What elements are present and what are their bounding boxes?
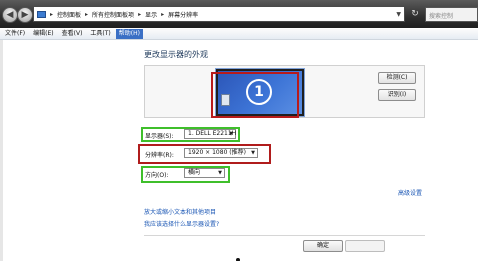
page-title: 更改显示器的外观 [144,50,208,59]
display-label: 显示器(S): [145,133,174,140]
back-button[interactable]: ◀ [2,7,18,23]
breadcrumb-separator-icon: ▸ [50,10,54,18]
resolution-select[interactable]: 1920 × 1080 (推荐) ▼ [184,148,258,158]
menu-help[interactable]: 帮助(H) [115,29,143,39]
breadcrumb-item-resolution[interactable]: 屏幕分辨率 [168,10,198,19]
chevron-down-icon: ▼ [218,170,222,176]
resolution-label: 分辨率(R): [145,152,174,159]
window-titlebar: ◀ ▶ ▸ 控制面板 ▸ 所有控制面板项 ▸ 显示 ▸ 屏幕分辨率 ▼ ↻ 搜索… [0,0,478,28]
left-pane-edge [0,40,3,261]
menu-tools[interactable]: 工具(T) [87,29,113,39]
breadcrumb-separator-icon: ▸ [85,10,89,18]
which-settings-link[interactable]: 我应该选择什么显示器设置? [144,219,219,228]
identify-button[interactable]: 识别(I) [378,89,416,101]
search-input[interactable]: 搜索控制 [425,7,478,22]
menu-view[interactable]: 查看(V) [59,29,86,39]
menu-edit[interactable]: 编辑(E) [30,29,56,39]
monitor-highlight-box [211,72,299,118]
refresh-icon[interactable]: ↻ [408,7,422,21]
orientation-select-value: 横向 [188,169,201,176]
cancel-button[interactable] [345,240,385,252]
orientation-label: 方向(O): [145,172,169,179]
footer-divider [144,235,425,236]
text-size-link[interactable]: 放大或缩小文本和其他项目 [144,207,216,216]
breadcrumb-item-all-items[interactable]: 所有控制面板项 [92,10,134,19]
menu-file[interactable]: 文件(F) [2,29,28,39]
detect-button[interactable]: 检测(C) [378,72,416,84]
menu-bar: 文件(F) 编辑(E) 查看(V) 工具(T) 帮助(H) [0,29,478,40]
display-select[interactable]: 1. DELL E2211H ▼ [184,129,236,139]
forward-button[interactable]: ▶ [17,7,33,23]
resolution-select-value: 1920 × 1080 (推荐) [188,149,246,156]
orientation-select[interactable]: 横向 ▼ [184,168,225,178]
ok-button[interactable]: 确定 [303,240,343,252]
control-panel-icon [37,10,46,18]
breadcrumb-separator-icon: ▸ [138,10,142,18]
chevron-down-icon: ▼ [251,150,255,156]
advanced-settings-link[interactable]: 高级设置 [398,188,422,197]
chevron-down-icon: ▼ [229,131,233,137]
breadcrumb-item-display[interactable]: 显示 [145,10,157,19]
address-dropdown-icon[interactable]: ▼ [396,11,401,18]
address-bar[interactable]: ▸ 控制面板 ▸ 所有控制面板项 ▸ 显示 ▸ 屏幕分辨率 ▼ [33,6,405,22]
breadcrumb-separator-icon: ▸ [161,10,165,18]
breadcrumb-item-control-panel[interactable]: 控制面板 [57,10,81,19]
